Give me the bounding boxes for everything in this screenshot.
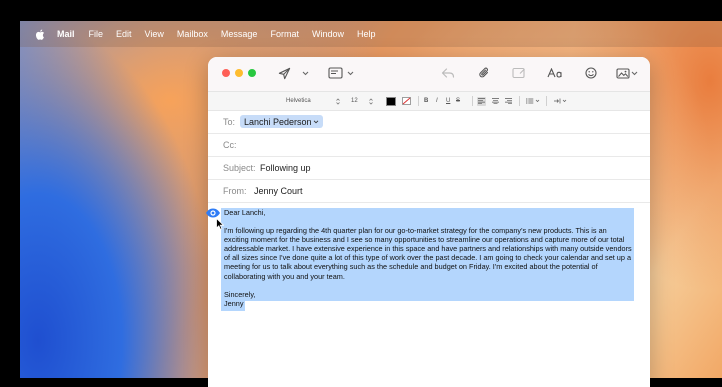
toolbar-separator (472, 96, 473, 106)
font-size-stepper[interactable] (369, 96, 373, 106)
cc-field-row[interactable]: Cc: (208, 134, 650, 157)
header-fields-button[interactable] (325, 65, 345, 81)
font-size-value: 12 (351, 98, 358, 104)
attachment-icon (479, 67, 489, 78)
align-center-icon (492, 98, 499, 104)
subject-field-row[interactable]: Subject: Following up (208, 157, 650, 180)
align-right-button[interactable] (505, 96, 512, 106)
message-closing: Sincerely, (224, 289, 256, 299)
apple-icon[interactable] (35, 28, 45, 40)
chevron-down-icon (302, 71, 308, 75)
font-family-value: Helvetica (286, 98, 311, 104)
message-signature: Jenny (224, 298, 244, 308)
from-label: From: (223, 186, 247, 196)
header-fields-chevron[interactable] (346, 65, 354, 81)
zoom-button[interactable] (248, 69, 256, 77)
from-value[interactable]: Jenny Court (254, 186, 303, 196)
send-button[interactable] (276, 65, 292, 81)
indent-menu[interactable] (554, 96, 568, 106)
recipient-name: Lanchi Pederson (244, 116, 312, 127)
chevron-down-icon (631, 71, 638, 75)
photo-browser-button[interactable] (615, 65, 639, 81)
menu-edit[interactable]: Edit (116, 29, 132, 39)
menu-window[interactable]: Window (312, 29, 344, 39)
to-label: To: (223, 117, 236, 127)
minimize-button[interactable] (235, 69, 243, 77)
close-button[interactable] (222, 69, 230, 77)
message-body[interactable]: Dear Lanchi, I'm following up regarding … (224, 208, 632, 308)
indent-icon (554, 98, 567, 104)
markup-button[interactable] (511, 65, 527, 81)
menu-view[interactable]: View (145, 29, 164, 39)
menu-mailbox[interactable]: Mailbox (177, 29, 208, 39)
chevron-down-icon (347, 71, 353, 75)
format-icon (547, 68, 562, 78)
font-size-select[interactable]: 12 (351, 96, 358, 106)
reply-icon (441, 68, 455, 78)
text-color-swatch[interactable] (386, 96, 396, 106)
photo-browser-icon (616, 68, 630, 79)
recipient-token[interactable]: Lanchi Pederson (240, 115, 323, 128)
align-right-icon (505, 98, 512, 104)
font-family-select[interactable]: Helvetica (286, 96, 311, 106)
underline-button[interactable]: U (446, 96, 450, 106)
menu-bar: Mail File Edit View Mailbox Message Form… (20, 21, 722, 47)
up-down-arrows-icon (336, 97, 340, 105)
subject-label: Subject: (223, 163, 256, 173)
attachment-button[interactable] (476, 65, 492, 81)
menu-message[interactable]: Message (221, 29, 258, 39)
send-icon (278, 67, 290, 79)
format-button[interactable] (546, 65, 564, 81)
list-icon (526, 98, 540, 104)
from-field-row[interactable]: From: Jenny Court (208, 180, 650, 203)
format-bar: Helvetica 12 B I U S (208, 92, 650, 111)
font-family-stepper[interactable] (336, 96, 340, 106)
list-style-menu[interactable] (526, 96, 540, 106)
menu-format[interactable]: Format (270, 29, 299, 39)
to-field-row: To: Lanchi Pederson (208, 111, 650, 134)
toolbar-separator (519, 96, 520, 106)
italic-button[interactable]: I (436, 96, 438, 106)
compose-toolbar (208, 57, 650, 92)
emoji-icon (585, 67, 597, 79)
menu-help[interactable]: Help (357, 29, 376, 39)
bold-button[interactable]: B (424, 96, 428, 106)
align-center-button[interactable] (492, 96, 499, 106)
header-fields-icon (327, 67, 343, 79)
message-paragraph: I'm following up regarding the 4th quart… (224, 226, 632, 281)
subject-value[interactable]: Following up (260, 163, 311, 173)
pointer-cursor-icon (216, 217, 225, 235)
reply-button[interactable] (440, 65, 456, 81)
send-options-chevron[interactable] (300, 65, 310, 81)
background-color-swatch[interactable] (402, 96, 411, 106)
no-color-icon (402, 97, 411, 105)
align-left-icon (478, 96, 485, 106)
up-down-arrows-icon (369, 97, 373, 105)
menu-app-name[interactable]: Mail (57, 29, 75, 39)
strikethrough-button[interactable]: S (456, 96, 460, 106)
chevron-down-icon (313, 119, 318, 123)
toolbar-separator (418, 96, 419, 106)
cc-label: Cc: (223, 140, 237, 150)
toolbar-separator (546, 96, 547, 106)
emoji-button[interactable] (584, 65, 598, 81)
menu-file[interactable]: File (89, 29, 104, 39)
markup-icon (512, 67, 525, 79)
message-greeting: Dear Lanchi, (224, 208, 266, 217)
